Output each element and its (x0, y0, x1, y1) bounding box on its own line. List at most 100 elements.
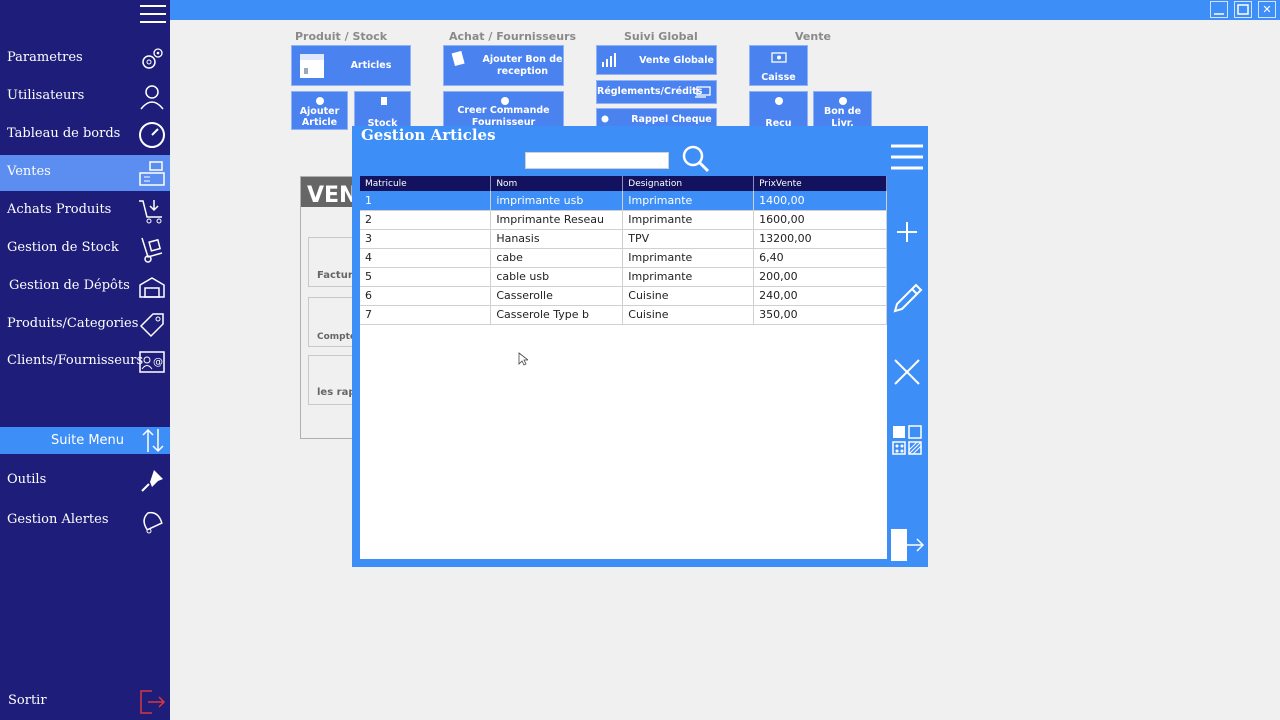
menu-icon[interactable] (890, 140, 924, 174)
table-row[interactable]: 4 cabe Imprimante 6,40 (360, 248, 887, 268)
exit-dialog-icon[interactable] (890, 528, 924, 562)
articles-button[interactable]: Articles (291, 45, 411, 86)
cell: Cuisine (622, 305, 755, 325)
cell: 350,00 (753, 305, 887, 325)
bell-icon (143, 511, 163, 534)
table-header-row: Matricule Nom Designation PrixVente (360, 176, 887, 191)
cell: 240,00 (753, 286, 887, 306)
cell: Casserolle (490, 286, 624, 306)
gears-icon (142, 48, 163, 69)
column-header-prixvente[interactable]: PrixVente (753, 176, 887, 191)
articles-label: Articles (350, 60, 392, 71)
group-title-suivi-global: Suivi Global (624, 30, 698, 43)
table-row[interactable]: 2 Imprimante Reseau Imprimante 1600,00 (360, 210, 887, 230)
sidebar-item-outils[interactable]: Outils (0, 463, 170, 499)
table-row[interactable]: 6 Casserolle Cuisine 240,00 (360, 286, 887, 306)
sidebar-item-label: Clients/Fournisseurs (7, 353, 144, 368)
sidebar-item-tableau-de-bords[interactable]: Tableau de bords (0, 117, 170, 153)
sidebar-item-clients-fournisseurs[interactable]: Clients/Fournisseurs @ (0, 344, 170, 380)
cell: imprimante usb (490, 191, 624, 211)
sidebar-item-label: Parametres (7, 50, 83, 65)
cell: Imprimante Reseau (490, 210, 624, 230)
minimize-icon (1214, 13, 1224, 15)
categories-icon[interactable] (890, 423, 924, 457)
table-row[interactable]: 7 Casserole Type b Cuisine 350,00 (360, 305, 887, 325)
rappel-cheque-button[interactable]: Rappel Cheque (596, 108, 717, 128)
column-header-nom[interactable]: Nom (490, 176, 624, 191)
add-circle-icon (775, 97, 783, 105)
vente-globale-button[interactable]: Vente Globale (596, 45, 717, 75)
articles-grid[interactable]: Matricule Nom Designation PrixVente 1 imp… (360, 176, 887, 559)
column-header-matricule[interactable]: Matricule (360, 176, 492, 191)
recu-button[interactable]: Recu (749, 91, 808, 130)
table-row[interactable]: 5 cable usb Imprimante 200,00 (360, 267, 887, 287)
sidebar-item-label: Produits/Categories (7, 316, 139, 331)
sidebar-item-gestion-alertes[interactable]: Gestion Alertes (0, 503, 170, 539)
suite-menu-button[interactable]: Suite Menu (0, 427, 170, 454)
reglements-button[interactable]: Réglements/Crédits (596, 80, 717, 104)
caisse-label: Caisse (761, 72, 796, 83)
close-button[interactable]: ✕ (1258, 1, 1276, 18)
speedometer-icon (139, 122, 165, 148)
sortir-label: Sortir (8, 693, 47, 708)
sortir-button[interactable]: Sortir (0, 684, 170, 720)
creer-commande-button[interactable]: Creer Commande Fournisseur (443, 91, 564, 130)
reglements-label: Réglements/Crédits (597, 86, 703, 97)
cash-register-icon (139, 161, 165, 186)
stock-button[interactable]: Stock (354, 91, 411, 130)
ajouter-article-button[interactable]: Ajouter Article (291, 91, 348, 130)
search-input[interactable] (525, 152, 669, 169)
sidebar-item-label: Tableau de bords (7, 126, 121, 141)
group-title-achat-fournisseurs: Achat / Fournisseurs (449, 30, 577, 43)
exit-icon (140, 690, 166, 714)
cell: 3 (360, 229, 492, 249)
edit-icon[interactable] (890, 282, 924, 316)
add-icon[interactable] (890, 215, 924, 249)
tag-icon (139, 313, 164, 338)
group-title-produit-stock: Produit / Stock (295, 30, 388, 43)
sidebar-item-label: Gestion Alertes (7, 512, 109, 527)
cell: 1 (360, 191, 492, 211)
cash-icon (771, 52, 787, 63)
receipt-icon (451, 50, 465, 67)
cell: 5 (360, 267, 492, 287)
sidebar-item-gestion-de-stock[interactable]: Gestion de Stock (0, 231, 170, 267)
cell: Cuisine (622, 286, 755, 306)
ajouter-bon-label: Ajouter Bon de reception (482, 54, 563, 77)
search-icon[interactable] (681, 144, 711, 174)
cell: cabe (490, 248, 624, 268)
cell: Imprimante (622, 267, 755, 287)
sidebar-item-produits-categories[interactable]: Produits/Categories (0, 307, 170, 343)
table-row[interactable]: 3 Hanasis TPV 13200,00 (360, 229, 887, 249)
vente-globale-label: Vente Globale (639, 55, 714, 66)
cell: 4 (360, 248, 492, 268)
sidebar-item-utilisateurs[interactable]: Utilisateurs (0, 79, 170, 115)
add-circle-icon (839, 97, 847, 105)
cell: Imprimante (622, 248, 755, 268)
sidebar-item-label: Ventes (7, 164, 51, 179)
maximize-button[interactable] (1234, 1, 1252, 18)
cell: Imprimante (622, 191, 755, 211)
table-row[interactable]: 1 imprimante usb Imprimante 1400,00 (360, 191, 887, 211)
sidebar-item-achats-produits[interactable]: Achats Produits (0, 193, 170, 229)
column-header-designation[interactable]: Designation (622, 176, 755, 191)
add-circle-icon (316, 97, 324, 105)
sidebar-item-parametres[interactable]: Parametres (0, 41, 170, 77)
hand-truck-icon (141, 237, 163, 263)
delete-icon[interactable] (890, 355, 924, 389)
bar-chart-icon (602, 53, 616, 67)
maximize-icon (1237, 4, 1249, 15)
minimize-button[interactable] (1210, 1, 1228, 18)
sidebar-item-gestion-de-depots[interactable]: Gestion de Dépôts (0, 269, 170, 305)
cell: Casserole Type b (490, 305, 624, 325)
caisse-button[interactable]: Caisse (749, 45, 808, 86)
menu-icon[interactable] (140, 5, 166, 25)
contact-card-icon: @ (139, 351, 165, 373)
sidebar-item-ventes[interactable]: Ventes (0, 155, 170, 191)
cell: 2 (360, 210, 492, 230)
box-icon (300, 54, 324, 78)
ajouter-bon-reception-button[interactable]: Ajouter Bon de reception (443, 45, 564, 86)
bon-livraison-button[interactable]: Bon de Livr. (813, 91, 872, 130)
cell: cable usb (490, 267, 624, 287)
cell: 1600,00 (753, 210, 887, 230)
